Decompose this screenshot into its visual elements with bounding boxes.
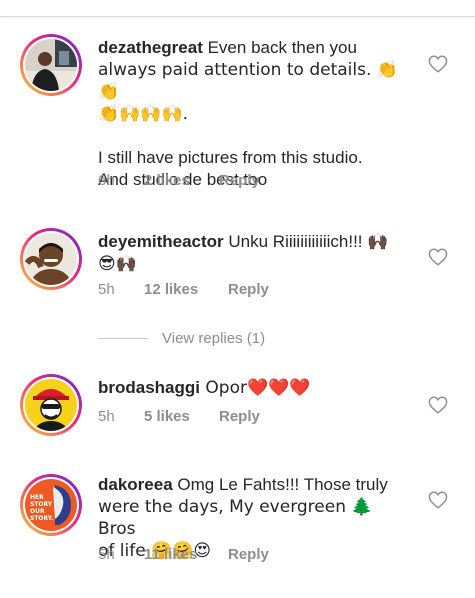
reply-button[interactable]: Reply [228,280,269,300]
comment-body-line: I still have pictures from this studio. [98,148,363,167]
avatar[interactable] [20,34,82,96]
comment-body-line: 😎🙌🏿 [98,254,137,274]
avatar-image [25,39,77,91]
comment-likes[interactable]: 5 likes [144,407,190,427]
comment-body: Even back then you [202,38,357,57]
comment-likes[interactable]: 12 likes [144,280,198,300]
comment-likes[interactable]: 2 likes [144,171,190,191]
heart-outline-icon[interactable] [428,491,448,509]
view-replies-link[interactable]: View replies (1) [98,329,398,349]
comment-body: Opor❤️❤️❤️ [200,378,311,398]
comment-text: deyemitheactor Unku Riiiiiiiiiiiich!!! 🙌… [98,231,408,275]
comment-body: Unku Riiiiiiiiiiiich!!! 🙌🏿 [223,232,389,251]
comment-time: 5h [98,408,115,425]
view-replies-label[interactable]: View replies (1) [162,329,265,349]
heart-outline-icon[interactable] [428,248,448,266]
comment-username[interactable]: dakoreea [98,475,173,494]
avatar-logo-text: HER [30,494,44,501]
avatar-image [25,379,77,431]
comment-time: 5h [98,281,115,298]
comment-username[interactable]: deyemitheactor [98,232,224,251]
reply-button[interactable]: Reply [228,545,269,565]
heart-outline-icon[interactable] [428,396,448,414]
svg-text:OUR: OUR [30,508,45,515]
avatar[interactable]: HER STORY OUR STORY. [20,474,82,536]
comment-body: Omg Le Fahts!!! Those truly [172,475,388,494]
avatar[interactable] [20,228,82,290]
reply-button[interactable]: Reply [219,407,260,427]
svg-text:STORY: STORY [30,501,53,508]
comment-likes[interactable]: 11 likes [144,545,197,565]
avatar-image [25,233,77,285]
top-divider [0,0,475,17]
heart-outline-icon[interactable] [428,55,448,73]
avatar[interactable] [20,374,82,436]
comment-body-line: always paid attention to details. 👏👏 [98,60,398,102]
reply-button[interactable]: Reply [219,171,260,191]
comment-time: 6h [98,172,115,189]
svg-text:STORY.: STORY. [30,515,53,522]
comment-body-line: 👏🙌🙌🙌. [98,104,189,124]
comment-body-line: were the days, My evergreen 🌲 Bros [98,497,378,539]
view-replies-line [98,338,148,339]
comment-text: dezathegreat Even back then you always p… [98,37,408,191]
comment-username[interactable]: dezathegreat [98,38,203,57]
comment-text: brodashaggi Opor❤️❤️❤️ [98,377,408,399]
comment-time: 5h [98,546,115,563]
avatar-image: HER STORY OUR STORY. [25,479,77,531]
comment-username[interactable]: brodashaggi [98,378,200,397]
